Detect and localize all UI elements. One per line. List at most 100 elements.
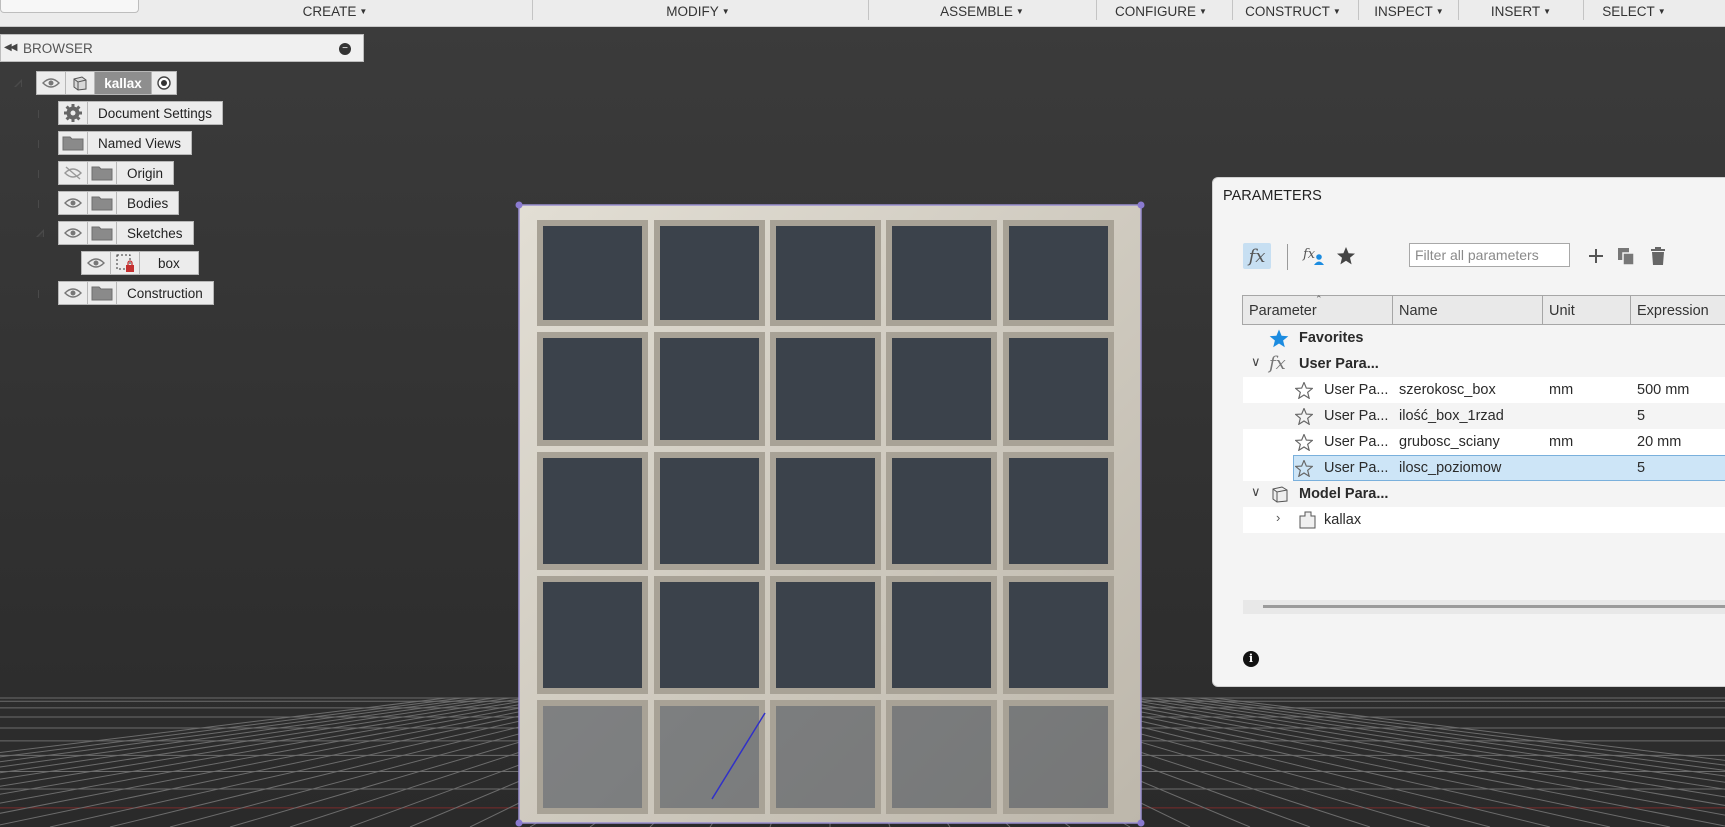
model-item-row[interactable]: › kallax <box>1243 507 1725 533</box>
parameter-expression[interactable]: 5 <box>1637 408 1645 424</box>
tree-label: box <box>158 255 180 271</box>
activate-radio-icon[interactable] <box>151 71 177 95</box>
shelf-opening <box>770 452 881 570</box>
column-header-label: Parameter <box>1249 303 1317 319</box>
fx-icon: fx <box>1269 353 1286 374</box>
favorite-star-icon[interactable] <box>1295 460 1313 477</box>
column-header-label: Expression <box>1637 303 1709 319</box>
folder-icon <box>87 281 117 305</box>
caret-down-icon: ▼ <box>1543 7 1552 16</box>
horizontal-scrollbar[interactable] <box>1243 600 1725 614</box>
tree-expand-construction[interactable] <box>38 290 47 298</box>
tree-label: Construction <box>127 285 203 301</box>
collapse-panel-icon[interactable]: ◀◀ <box>4 42 17 53</box>
kallax-model[interactable] <box>515 201 1145 827</box>
menu-select-label: SELECT <box>1602 4 1655 19</box>
construction-label-cell: Construction <box>116 281 214 305</box>
tree-item-sketches[interactable]: Sketches <box>58 221 194 245</box>
parameters-dialog: PARAMETERS fx fx Parameter ⌃ Name Unit E… <box>1212 177 1725 687</box>
menu-construct[interactable]: CONSTRUCT ▼ <box>1245 4 1341 19</box>
plus-icon[interactable] <box>1583 243 1609 269</box>
fx-icon[interactable]: fx <box>1243 243 1271 269</box>
toolbar-tab[interactable] <box>0 0 139 13</box>
scrollbar-thumb[interactable] <box>1263 605 1725 608</box>
favorite-star-icon[interactable] <box>1295 382 1313 399</box>
chevron-down-icon[interactable]: ∨ <box>1251 354 1261 370</box>
tree-item-bodies[interactable]: Bodies <box>58 191 180 215</box>
menu-configure[interactable]: CONFIGURE ▼ <box>1115 4 1207 19</box>
star-icon[interactable] <box>1333 243 1359 269</box>
menu-create[interactable]: CREATE ▼ <box>303 4 368 19</box>
filter-parameters-input[interactable] <box>1409 243 1570 267</box>
tree-item-named-views[interactable]: Named Views <box>58 131 193 155</box>
sketch-point[interactable] <box>1137 201 1145 209</box>
tree-expand-origin[interactable] <box>38 170 47 178</box>
tree-label: Named Views <box>98 135 182 151</box>
parameters-title: PARAMETERS <box>1223 188 1322 204</box>
sketch-point[interactable] <box>515 819 523 827</box>
menu-assemble[interactable]: ASSEMBLE ▼ <box>940 4 1024 19</box>
favorite-star-icon[interactable] <box>1295 434 1313 451</box>
tree-root-kallax[interactable]: kallax <box>36 71 177 95</box>
tree-item-box-sketch[interactable]: box <box>81 251 199 275</box>
parameter-row-selected[interactable]: User Pa... ilosc_poziomow 5 <box>1243 455 1725 481</box>
favorite-star-icon[interactable] <box>1295 408 1313 425</box>
tree-item-construction[interactable]: Construction <box>58 281 214 305</box>
tree-collapse-root[interactable] <box>14 79 22 87</box>
menu-inspect[interactable]: INSPECT ▼ <box>1374 4 1443 19</box>
tree-expand-named-views[interactable] <box>38 140 47 148</box>
visibility-eye-icon[interactable] <box>58 191 88 215</box>
column-header-parameter[interactable]: Parameter ⌃ <box>1242 294 1393 325</box>
parameter-expression[interactable]: 5 <box>1637 460 1645 476</box>
sketch-point[interactable] <box>1137 819 1145 827</box>
parameter-name: ilość_box_1rzad <box>1399 408 1504 424</box>
column-header-unit[interactable]: Unit <box>1542 295 1631 325</box>
tree-item-document-settings[interactable]: Document Settings <box>58 101 224 125</box>
user-fx-icon[interactable]: fx <box>1301 243 1327 269</box>
tree-item-origin[interactable]: Origin <box>58 161 175 185</box>
parameter-row[interactable]: User Pa... grubosc_sciany mm 20 mm <box>1243 429 1725 455</box>
user-parameters-group-row[interactable]: ∨ fx User Para... <box>1243 351 1725 377</box>
tree-expand-bodies[interactable] <box>38 200 47 208</box>
column-header-expression[interactable]: Expression <box>1630 295 1725 325</box>
visibility-eye-icon[interactable] <box>36 71 66 95</box>
shelf-cells <box>537 220 1114 814</box>
minimize-icon[interactable]: − <box>339 43 351 55</box>
origin-label-cell: Origin <box>116 161 175 185</box>
parameter-name: grubosc_sciany <box>1399 434 1500 450</box>
visibility-eye-icon[interactable] <box>81 251 111 275</box>
visibility-eye-icon[interactable] <box>58 281 88 305</box>
menu-select[interactable]: SELECT ▼ <box>1602 4 1665 19</box>
parameter-expression[interactable]: 20 mm <box>1637 434 1681 450</box>
column-header-name[interactable]: Name <box>1392 295 1543 325</box>
menu-modify[interactable]: MODIFY ▼ <box>666 4 729 19</box>
svg-text:fx: fx <box>1302 247 1316 262</box>
shelf-opening <box>886 220 997 326</box>
info-icon[interactable]: i <box>1243 651 1259 667</box>
menu-insert[interactable]: INSERT ▼ <box>1491 4 1551 19</box>
toolbar-divider <box>868 0 869 20</box>
tree-expand-document-settings[interactable] <box>38 110 47 118</box>
sketch-point[interactable] <box>515 201 523 209</box>
hidden-eye-icon[interactable] <box>58 161 88 185</box>
toolbar-divider <box>532 0 533 20</box>
chevron-right-icon[interactable]: › <box>1276 510 1280 525</box>
parameter-row[interactable]: User Pa... ilość_box_1rzad 5 <box>1243 403 1725 429</box>
parameter-expression[interactable]: 500 mm <box>1637 382 1689 398</box>
tree-collapse-sketches[interactable] <box>36 229 44 237</box>
toolbar-divider <box>1287 244 1288 270</box>
chevron-down-icon[interactable]: ∨ <box>1251 484 1261 500</box>
model-parameters-group-row[interactable]: ∨ Model Para... <box>1243 481 1725 507</box>
folder-icon <box>87 221 117 245</box>
parameter-row[interactable]: User Pa... szerokosc_box mm 500 mm <box>1243 377 1725 403</box>
parameter-type: User Pa... <box>1324 382 1389 398</box>
trash-icon[interactable] <box>1645 243 1671 269</box>
visibility-eye-icon[interactable] <box>58 221 88 245</box>
tree-root-label: kallax <box>104 75 142 91</box>
favorites-group-row[interactable]: Favorites <box>1243 325 1725 351</box>
folder-icon <box>87 191 117 215</box>
shelf-opening <box>537 220 648 326</box>
copy-icon[interactable] <box>1613 243 1639 269</box>
caret-down-icon: ▼ <box>1332 7 1341 16</box>
toolbar-divider <box>1458 0 1459 20</box>
